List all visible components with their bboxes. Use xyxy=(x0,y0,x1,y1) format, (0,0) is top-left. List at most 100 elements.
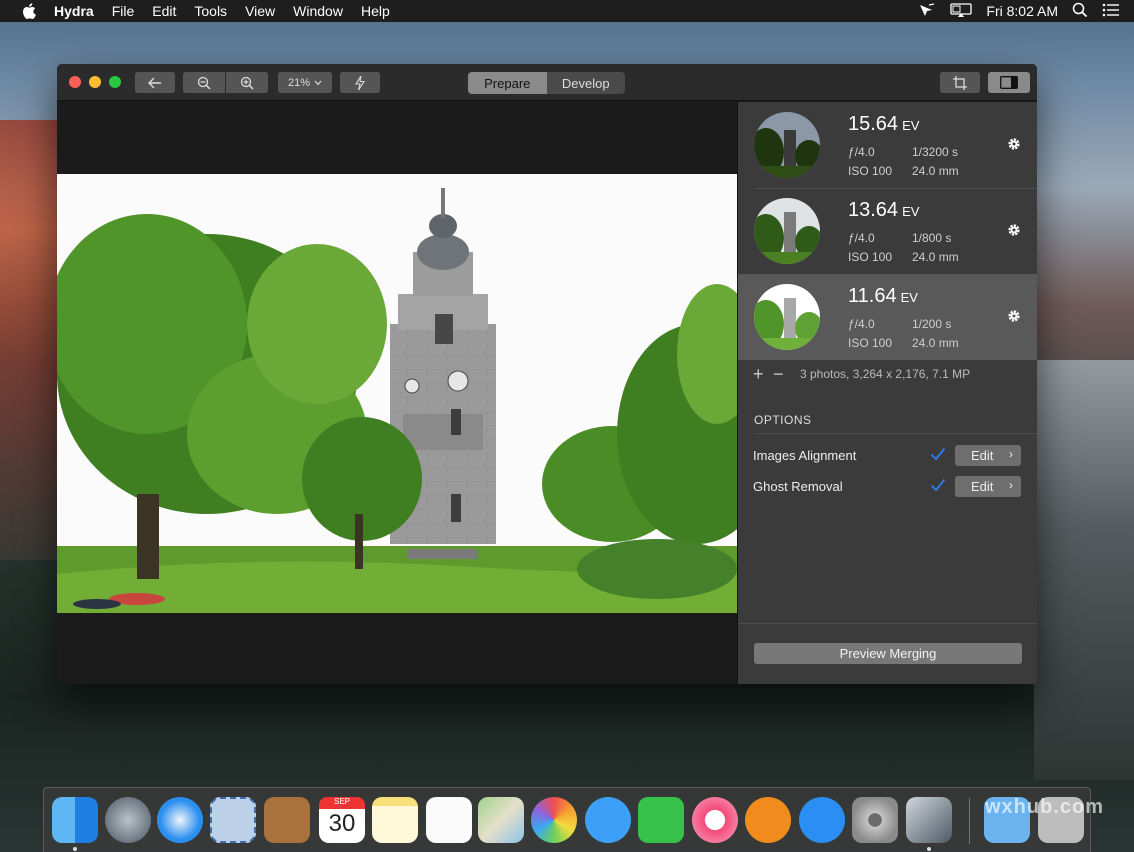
launchpad-icon[interactable] xyxy=(105,797,151,843)
exposure-ev-value: 13.64 xyxy=(848,199,899,221)
zoom-in-button[interactable] xyxy=(226,72,268,93)
tab-develop[interactable]: Develop xyxy=(547,72,626,94)
exposure-ev-unit: EV xyxy=(900,290,918,305)
app-store-icon[interactable] xyxy=(799,797,845,843)
auto-enhance-button[interactable] xyxy=(340,72,380,93)
exposure-item-selected[interactable]: 11.64 EV ƒ/4.0 1/200 s ISO 100 24.0 mm xyxy=(738,274,1037,360)
gear-icon[interactable] xyxy=(1006,222,1022,238)
desktop-wallpaper-right xyxy=(1034,360,1134,780)
menu-view[interactable]: View xyxy=(245,3,275,19)
safari-icon[interactable] xyxy=(157,797,203,843)
photos-icon[interactable] xyxy=(531,797,577,843)
menu-edit[interactable]: Edit xyxy=(152,3,176,19)
gear-icon[interactable] xyxy=(1006,308,1022,324)
cursor-status-icon[interactable] xyxy=(918,2,936,21)
exposure-item[interactable]: 13.64 EV ƒ/4.0 1/800 s ISO 100 24.0 mm xyxy=(738,188,1037,274)
airplay-icon[interactable] xyxy=(950,2,973,21)
exposure-aperture: ƒ/4.0 xyxy=(848,231,875,245)
image-canvas[interactable] xyxy=(57,102,737,684)
itunes-icon[interactable] xyxy=(692,797,738,843)
arrow-left-icon xyxy=(148,77,161,88)
gear-icon[interactable] xyxy=(1006,136,1022,152)
exposure-focal-length: 24.0 mm xyxy=(912,336,959,350)
back-button[interactable] xyxy=(135,72,175,93)
divider xyxy=(754,433,1037,434)
chevron-down-icon xyxy=(314,80,322,85)
lightning-icon xyxy=(355,75,365,90)
calendar-icon[interactable]: SEP 30 xyxy=(319,797,365,843)
facetime-icon[interactable] xyxy=(638,797,684,843)
zoom-window-button[interactable] xyxy=(109,76,121,88)
exposure-focal-length: 24.0 mm xyxy=(912,250,959,264)
exposure-panel: 15.64 EV ƒ/4.0 1/3200 s ISO 100 24.0 mm 1… xyxy=(737,102,1037,684)
watermark: wxhub.com xyxy=(985,796,1105,818)
exposure-iso: ISO 100 xyxy=(848,164,893,178)
options-heading: OPTIONS xyxy=(754,413,812,427)
menu-tools[interactable]: Tools xyxy=(194,3,227,19)
exposure-shutter: 1/3200 s xyxy=(912,145,959,159)
ghost-removal-edit-button[interactable]: Edit › xyxy=(955,476,1021,497)
menu-bar: Hydra File Edit Tools View Window Help F… xyxy=(0,0,1134,22)
tab-prepare[interactable]: Prepare xyxy=(468,72,547,94)
mode-tabs: Prepare Develop xyxy=(468,72,625,94)
zoom-level-select[interactable]: 21% xyxy=(278,72,332,93)
chevron-right-icon: › xyxy=(1009,478,1013,492)
calendar-month: SEP xyxy=(319,797,365,809)
reminders-icon[interactable] xyxy=(426,797,472,843)
ibooks-icon[interactable] xyxy=(745,797,791,843)
exposure-iso: ISO 100 xyxy=(848,250,893,264)
calendar-day: 30 xyxy=(328,810,356,837)
exposure-shutter: 1/200 s xyxy=(912,317,952,331)
exposure-item[interactable]: 15.64 EV ƒ/4.0 1/3200 s ISO 100 24.0 mm xyxy=(738,102,1037,188)
exposure-aperture: ƒ/4.0 xyxy=(848,317,875,331)
menu-help[interactable]: Help xyxy=(361,3,390,19)
hydra-icon[interactable] xyxy=(906,797,952,843)
exposure-ev-value: 11.64 xyxy=(848,285,897,307)
exposure-aperture: ƒ/4.0 xyxy=(848,145,875,159)
hdr-preview-image[interactable] xyxy=(57,174,737,613)
exposure-thumbnail xyxy=(754,198,820,264)
preview-merging-button[interactable]: Preview Merging xyxy=(754,643,1022,664)
divider xyxy=(738,623,1037,624)
images-alignment-checkbox[interactable] xyxy=(930,447,946,461)
photo-summary: 3 photos, 3,264 x 2,176, 7.1 MP xyxy=(800,367,971,381)
ghost-removal-label: Ghost Removal xyxy=(753,479,843,494)
toggle-sidebar-button[interactable] xyxy=(988,72,1030,93)
zoom-in-icon xyxy=(240,76,254,90)
crop-button[interactable] xyxy=(940,72,980,93)
sidebar-icon xyxy=(1000,76,1018,89)
notification-center-icon[interactable] xyxy=(1102,3,1120,20)
menu-clock[interactable]: Fri 8:02 AM xyxy=(986,3,1058,19)
notes-icon[interactable] xyxy=(372,797,418,843)
minimize-window-button[interactable] xyxy=(89,76,101,88)
zoom-out-button[interactable] xyxy=(183,72,225,93)
edit-button-label: Edit xyxy=(971,448,994,463)
menu-window[interactable]: Window xyxy=(293,3,343,19)
spotlight-search-icon[interactable] xyxy=(1072,2,1088,21)
remove-photo-button[interactable]: − xyxy=(773,364,784,385)
system-preferences-icon[interactable] xyxy=(852,797,898,843)
images-alignment-label: Images Alignment xyxy=(753,448,857,463)
images-alignment-edit-button[interactable]: Edit › xyxy=(955,445,1021,466)
exposure-ev: 11.64 EV xyxy=(848,285,918,308)
maps-icon[interactable] xyxy=(478,797,524,843)
exposure-focal-length: 24.0 mm xyxy=(912,164,959,178)
menu-file[interactable]: File xyxy=(112,3,135,19)
exposure-iso: ISO 100 xyxy=(848,336,893,350)
exposure-ev: 13.64 EV xyxy=(848,199,919,222)
ghost-removal-checkbox[interactable] xyxy=(930,478,946,492)
mail-icon[interactable] xyxy=(210,797,256,843)
menu-app-name[interactable]: Hydra xyxy=(54,3,94,19)
dock-separator xyxy=(969,798,970,844)
dock: SEP 30 xyxy=(43,787,1091,852)
messages-icon[interactable] xyxy=(585,797,631,843)
add-photo-button[interactable]: + xyxy=(753,364,764,385)
finder-icon[interactable] xyxy=(52,797,98,843)
running-indicator xyxy=(927,847,931,851)
exposure-ev-unit: EV xyxy=(902,204,920,219)
crop-icon xyxy=(953,75,967,90)
edit-button-label: Edit xyxy=(971,479,994,494)
contacts-icon[interactable] xyxy=(264,797,310,843)
apple-menu-icon[interactable] xyxy=(20,3,38,19)
close-window-button[interactable] xyxy=(69,76,81,88)
